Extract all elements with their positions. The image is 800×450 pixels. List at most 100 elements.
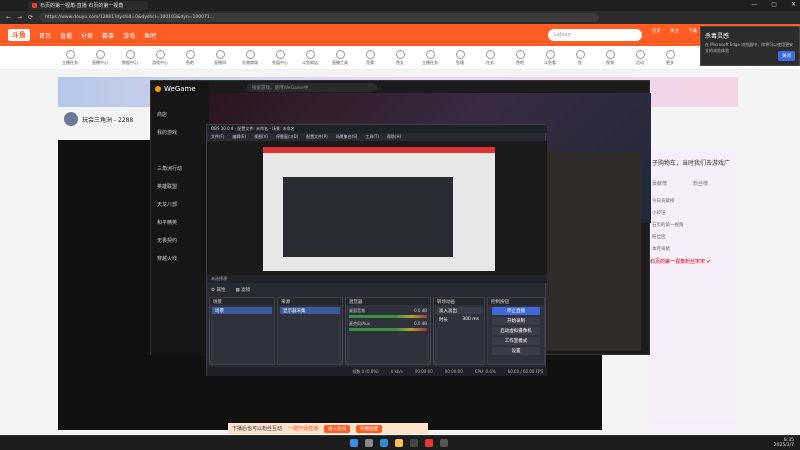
wegame-item-mygames[interactable]: 我的游戏 — [157, 129, 177, 136]
category-item[interactable]: 斗鱼商店 — [298, 49, 322, 66]
wegame-item-store[interactable]: 商店 — [157, 111, 167, 118]
sources-header: 来源 — [278, 298, 342, 305]
nav-home[interactable]: 首页 — [39, 31, 51, 40]
category-icon — [125, 49, 135, 59]
download-icon[interactable]: 下载 — [688, 28, 697, 34]
category-item[interactable]: 鱼 — [568, 49, 592, 66]
virtual-camera-button[interactable]: 启动虚拟摄像机 — [492, 327, 540, 335]
wegame-item-game[interactable]: 天龙八部 — [157, 201, 177, 208]
category-item[interactable]: 鱼吧 — [178, 49, 202, 66]
category-item[interactable]: 主播任务 — [58, 49, 82, 66]
category-icon — [305, 49, 315, 59]
mixer-channel: 桌面音频 0.0 dB — [349, 308, 427, 318]
wegame-item-game[interactable]: 穿越火线 — [157, 255, 177, 262]
notification-close-button[interactable]: 关闭 — [778, 51, 795, 61]
menu-docks[interactable]: 停靠窗口(D) — [276, 134, 298, 140]
category-item[interactable]: 活动 — [628, 49, 652, 66]
filters-button[interactable]: ▦ 滤镜 — [235, 287, 250, 293]
wegame-item-game[interactable]: 无畏契约 — [157, 237, 177, 244]
wegame-icon[interactable] — [440, 439, 448, 447]
douyu-logo[interactable]: 斗鱼 — [8, 29, 30, 41]
controls-header: 控制按钮 — [488, 298, 544, 305]
source-item[interactable]: 显示器采集 — [280, 307, 340, 314]
promo-link[interactable]: 一键开通直播 — [288, 425, 318, 432]
menu-edit[interactable]: 编辑(E) — [232, 134, 246, 140]
wegame-search-input[interactable]: 搜索游戏，使用WeGame中 — [247, 83, 377, 92]
edge-icon[interactable] — [380, 439, 388, 447]
category-bar: 主播任务 直播中心 数据中心 游戏中心 鱼吧 直播间 礼物商城 充值中心 斗鱼商店 直播工具 竞猜 鱼… — [0, 46, 800, 70]
avatar[interactable] — [64, 112, 78, 126]
scene-item[interactable]: 场景 — [212, 307, 272, 314]
category-item[interactable]: 游戏中心 — [148, 49, 172, 66]
category-item[interactable]: 视频 — [598, 49, 622, 66]
obs-icon[interactable] — [410, 439, 418, 447]
category-item[interactable]: 直播中心 — [88, 49, 112, 66]
follow-icon[interactable]: 关注 — [670, 28, 679, 34]
menu-file[interactable]: 文件(F) — [211, 134, 224, 140]
nav-fishbar[interactable]: 鱼吧 — [144, 31, 156, 40]
menu-help[interactable]: 帮助(H) — [387, 134, 401, 140]
clock[interactable]: 8:35 2025/3/7 — [774, 438, 794, 448]
nav-live[interactable]: 直播 — [60, 31, 72, 40]
category-icon — [485, 49, 495, 59]
category-item[interactable]: 主播任务 — [418, 49, 442, 66]
transitions-header: 转场动画 — [434, 298, 484, 305]
close-icon[interactable]: ✕ — [791, 1, 796, 8]
wegame-logo-icon — [155, 86, 161, 92]
category-item[interactable]: 直播间 — [208, 49, 232, 66]
back-icon[interactable]: ← — [6, 14, 11, 21]
category-item[interactable]: 直播工具 — [328, 49, 352, 66]
category-item[interactable]: 充值中心 — [268, 49, 292, 66]
category-item[interactable]: 鱼吧 — [508, 49, 532, 66]
live-reminder-button[interactable]: 开播提醒 — [356, 424, 383, 433]
duration-input[interactable]: 300 ms — [462, 317, 479, 322]
douyu-icon[interactable] — [425, 439, 433, 447]
minimize-icon[interactable]: — — [751, 1, 757, 8]
fps: 60.00 / 60.00 FPS — [507, 369, 543, 374]
transition-select[interactable]: 淡入淡出 — [436, 307, 482, 314]
tab-fans[interactable]: 粉丝榜 — [693, 180, 708, 187]
category-item[interactable]: 鱼塘 — [448, 49, 472, 66]
wegame-item-game[interactable]: 和平精英 — [157, 219, 177, 226]
channel-level: 0.0 dB — [414, 308, 427, 313]
category-icon — [95, 49, 105, 59]
refresh-icon[interactable]: ⟳ — [28, 14, 33, 21]
obs-menu: 文件(F) 编辑(E) 视图(V) 停靠窗口(D) 配置文件(P) 场景集合(S… — [207, 133, 547, 141]
category-item[interactable]: 任务 — [478, 49, 502, 66]
properties-button[interactable]: ⚙ 属性 — [211, 287, 225, 293]
category-item[interactable]: 数据中心 — [118, 49, 142, 66]
forward-icon[interactable]: → — [17, 14, 22, 21]
menu-view[interactable]: 视图(V) — [254, 134, 268, 140]
nav-category[interactable]: 分类 — [81, 31, 93, 40]
settings-button[interactable]: 设置 — [492, 347, 540, 355]
url-field[interactable]: https://www.douyu.com/12881?dyshid=0&dys… — [39, 13, 600, 22]
history-icon[interactable]: 历史 — [652, 28, 661, 34]
enter-room-button[interactable]: 进入房间 — [324, 424, 351, 433]
category-item[interactable]: 竞猜 — [358, 49, 382, 66]
tab-contribution[interactable]: 贡献榜 — [652, 180, 667, 187]
chat-message: 本月贡献 — [652, 247, 670, 252]
nav-events[interactable]: 赛事 — [102, 31, 114, 40]
volume-meter[interactable] — [349, 315, 427, 318]
site-search-input[interactable]: Labian — [548, 29, 642, 41]
obs-preview[interactable] — [207, 141, 547, 275]
wegame-item-game[interactable]: 英雄联盟 — [157, 183, 177, 190]
volume-meter[interactable] — [349, 328, 427, 331]
menu-scene-collection[interactable]: 场景集合(S) — [336, 134, 358, 140]
category-item[interactable]: 更多 — [658, 49, 682, 66]
explorer-icon[interactable] — [395, 439, 403, 447]
nav-games[interactable]: 游戏 — [123, 31, 135, 40]
maximize-icon[interactable]: ▢ — [771, 1, 777, 8]
start-recording-button[interactable]: 开始录制 — [492, 317, 540, 325]
category-item[interactable]: 礼物商城 — [238, 49, 262, 66]
stop-streaming-button[interactable]: 停止直播 — [492, 307, 540, 315]
studio-mode-button[interactable]: 工作室模式 — [492, 337, 540, 345]
browser-tab[interactable]: 石页的第一视角-直播 石页的第一视角 — [28, 1, 148, 10]
menu-profile[interactable]: 配置文件(P) — [306, 134, 328, 140]
start-icon[interactable] — [350, 439, 358, 447]
menu-tools[interactable]: 工具(T) — [365, 134, 379, 140]
category-item[interactable]: 斗鱼看 — [538, 49, 562, 66]
category-item[interactable]: 鱼丸 — [388, 49, 412, 66]
search-icon[interactable] — [365, 439, 373, 447]
wegame-item-game[interactable]: 三角洲行动 — [157, 165, 182, 172]
